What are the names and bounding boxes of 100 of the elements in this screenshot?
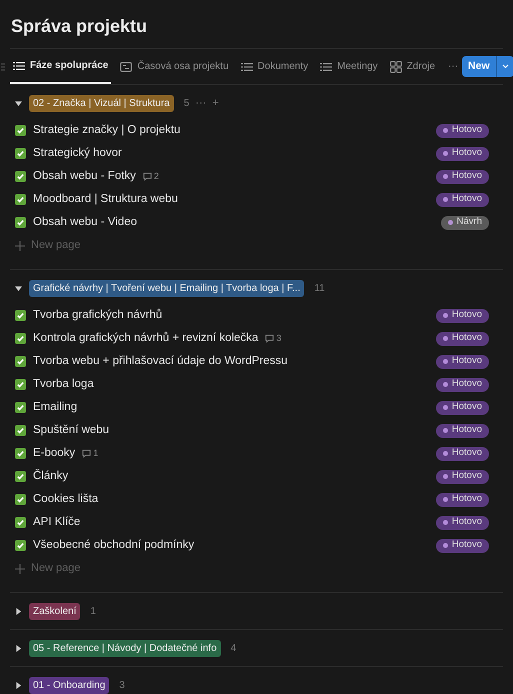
status-tag: Hotovo (436, 308, 489, 322)
status-tag: Hotovo (436, 354, 489, 368)
page-title[interactable]: API Klíče (33, 514, 80, 532)
collapse-arrow-icon[interactable] (15, 284, 22, 292)
checkbox[interactable] (15, 194, 26, 205)
checkbox[interactable] (15, 494, 26, 505)
group-label: Zaškolení (29, 602, 80, 620)
page-title[interactable]: Tvorba webu + přihlašovací údaje do WordPressu (33, 352, 288, 370)
checkbox[interactable] (15, 217, 26, 228)
comment-count: 3 (276, 332, 282, 345)
group-count: 3 (119, 678, 125, 692)
checkbox[interactable] (15, 448, 26, 459)
chevron-down-icon (502, 64, 509, 69)
checkmark-icon (16, 149, 25, 158)
status-tag: Hotovo (436, 516, 489, 530)
group-label: 02 - Značka | Vizuál | Struktura (29, 94, 174, 112)
checkmark-icon (16, 495, 25, 504)
page-title[interactable]: E-booky (33, 444, 76, 462)
checkbox[interactable] (15, 517, 26, 528)
expand-arrow-icon[interactable] (15, 682, 22, 688)
page-title[interactable]: Všeobecné obchodní podmínky (33, 536, 194, 554)
checkmark-icon (16, 357, 25, 366)
list-icon (320, 60, 332, 72)
page-title[interactable]: Články (33, 468, 68, 486)
checkbox[interactable] (15, 356, 26, 367)
comment-icon (142, 172, 152, 181)
status-tag: Hotovo (436, 400, 489, 414)
status-tag: Hotovo (436, 424, 489, 438)
group-count: 5 (184, 96, 190, 110)
view-tab[interactable]: Zdroje (386, 49, 438, 84)
group-count: 4 (230, 642, 236, 656)
page-title[interactable]: Obsah webu - Fotky (33, 168, 136, 186)
comment-icon (82, 449, 92, 458)
checkbox[interactable] (15, 333, 26, 344)
group-action-button[interactable]: ··· (195, 98, 206, 108)
status-tag: Hotovo (436, 538, 489, 552)
status-tag: Hotovo (436, 124, 489, 138)
checkbox[interactable] (15, 148, 26, 159)
expand-arrow-icon[interactable] (15, 608, 22, 614)
gallery-icon (390, 60, 402, 72)
page-title[interactable]: Kontrola grafických návrhů + revizní kolečka (33, 330, 258, 348)
checkmark-icon (16, 472, 25, 481)
status-tag: Hotovo (436, 192, 489, 206)
group-count: 1 (90, 604, 96, 618)
checkbox[interactable] (15, 540, 26, 551)
checkmark-icon (16, 380, 25, 389)
checkbox[interactable] (15, 310, 26, 321)
collapse-arrow-icon[interactable] (15, 100, 22, 106)
checkbox[interactable] (15, 402, 26, 413)
checkbox[interactable] (15, 171, 26, 182)
status-tag: Hotovo (436, 470, 489, 484)
page-title[interactable]: Tvorba grafických návrhů (33, 306, 162, 324)
more-views-button[interactable]: ··· (444, 59, 462, 74)
group-label: 01 - Onboarding (29, 676, 110, 694)
status-tag: Hotovo (436, 170, 489, 184)
page-title[interactable]: Strategie značky | O projektu (33, 122, 180, 140)
new-button[interactable]: New (462, 56, 513, 77)
status-tag: Návrh (440, 216, 489, 230)
status-tag: Hotovo (436, 492, 489, 506)
page-title[interactable]: Emailing (33, 398, 78, 416)
page-title[interactable]: Cookies lišta (33, 490, 98, 508)
checkmark-icon (16, 172, 25, 181)
view-tab[interactable]: Fáze spolupráce (10, 49, 112, 84)
checkmark-icon (16, 426, 25, 435)
plus-icon (15, 240, 25, 250)
checkbox[interactable] (15, 471, 26, 482)
view-tab[interactable]: Časová osa projektu (117, 49, 232, 84)
status-tag: Hotovo (436, 332, 489, 346)
status-tag: Hotovo (436, 446, 489, 460)
checkmark-icon (16, 518, 25, 527)
group-action-button[interactable]: + (212, 98, 219, 108)
comment-count: 1 (93, 446, 98, 460)
page-title[interactable]: Moodboard | Struktura webu (33, 190, 178, 208)
checkmark-icon (16, 541, 25, 550)
status-tag: Hotovo (436, 146, 489, 160)
checkbox[interactable] (15, 125, 26, 136)
view-tab[interactable]: Meetingy (317, 49, 381, 84)
page-title[interactable]: Tvorba loga (33, 376, 94, 394)
status-tag: Hotovo (436, 378, 489, 392)
checkbox[interactable] (15, 425, 26, 436)
checkbox[interactable] (15, 379, 26, 390)
group-label: 05 - Reference | Návody | Dodatečné info (29, 640, 221, 656)
checkmark-icon (16, 334, 25, 343)
page-title[interactable]: Spuštění webu (33, 422, 110, 440)
page-title[interactable]: Strategický hovor (33, 144, 122, 162)
view-tab[interactable]: Dokumenty (238, 49, 312, 84)
drag-handle-icon[interactable] (1, 62, 5, 70)
expand-arrow-icon[interactable] (15, 644, 22, 652)
checkmark-icon (16, 449, 25, 458)
plus-icon (15, 564, 25, 574)
comment-icon (265, 334, 274, 343)
list-icon (240, 60, 253, 72)
page-title[interactable]: Obsah webu - Video (33, 214, 137, 232)
group-count: 11 (314, 282, 325, 296)
checkmark-icon (16, 403, 25, 412)
comment-count: 2 (154, 170, 159, 183)
checkmark-icon (16, 218, 25, 227)
list-icon (13, 60, 25, 72)
checkmark-icon (16, 195, 25, 204)
group-label: Grafické návrhy | Tvoření webu | Emailing | Tvorba loga | F... (29, 280, 304, 296)
